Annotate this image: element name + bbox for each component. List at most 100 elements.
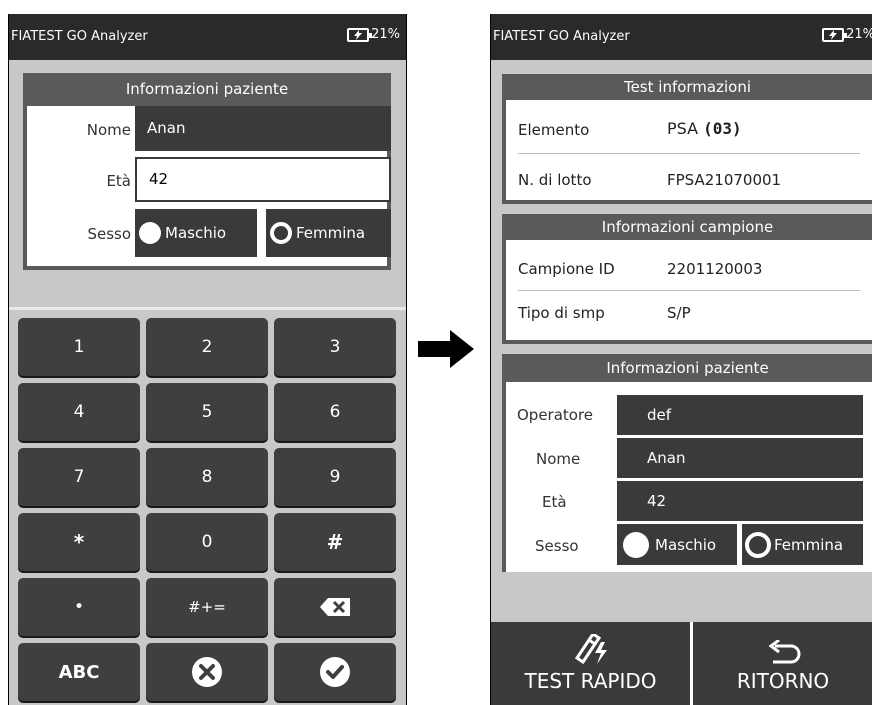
key-cancel[interactable]	[146, 643, 268, 701]
age-label: Età	[542, 493, 567, 511]
row-divider	[518, 290, 860, 291]
section-title: Test informazioni	[623, 78, 752, 96]
radio-label: Maschio	[655, 535, 717, 554]
age-field[interactable]: 42	[617, 481, 863, 521]
sample-info-panel	[502, 240, 872, 344]
key-backspace[interactable]	[274, 578, 396, 636]
key-8[interactable]: 8	[146, 448, 268, 506]
sample-id-value: 2201120003	[667, 260, 763, 278]
radio-unselected-icon	[623, 531, 649, 558]
age-input[interactable]: 42	[135, 157, 391, 202]
operator-label: Operatore	[517, 406, 594, 424]
key-label: 0	[201, 532, 213, 552]
sex-female-radio[interactable]: Femmina	[266, 209, 391, 257]
key-5[interactable]: 5	[146, 383, 268, 441]
sample-id-label: Campione ID	[518, 260, 615, 278]
status-bar: FIATEST GO Analyzer 21%	[9, 14, 406, 60]
name-field[interactable]: Anan	[617, 438, 863, 478]
key-confirm[interactable]	[274, 643, 396, 701]
section-title: Informazioni paziente	[125, 80, 289, 98]
sample-info-header: Informazioni campione	[502, 214, 872, 240]
sample-type-label: Tipo di smp	[518, 304, 605, 322]
operator-value: def	[647, 406, 672, 424]
name-value: Anan	[147, 119, 186, 137]
back-button[interactable]: RITORNO	[693, 622, 872, 705]
key-9[interactable]: 9	[274, 448, 396, 506]
operator-field[interactable]: def	[617, 395, 863, 435]
key-label: 1	[73, 337, 85, 357]
age-value: 42	[149, 170, 169, 188]
element-code: (03)	[703, 119, 742, 138]
key-label: 7	[73, 467, 85, 487]
battery-percent: 21%	[371, 27, 400, 42]
key-label: 2	[201, 337, 213, 357]
key-label: #+=	[188, 598, 226, 616]
sample-type-value: S/P	[667, 304, 691, 322]
patient-info-header: Informazioni paziente	[23, 73, 391, 106]
key-star[interactable]: *	[18, 513, 140, 571]
key-hash[interactable]: #	[274, 513, 396, 571]
key-label: 4	[73, 402, 85, 422]
backspace-icon	[320, 598, 350, 616]
key-label: *	[73, 530, 85, 554]
key-label: 8	[201, 467, 213, 487]
right-screen: FIATEST GO Analyzer 21% Test informazion…	[490, 14, 872, 705]
status-bar: FIATEST GO Analyzer 21%	[491, 14, 872, 60]
battery-percent: 21%	[846, 27, 872, 42]
battery-charging-icon	[822, 27, 848, 42]
key-3[interactable]: 3	[274, 318, 396, 376]
quick-test-icon	[574, 634, 607, 664]
key-symbols[interactable]: #+=	[146, 578, 268, 636]
element-value: PSA (03)	[667, 119, 742, 138]
sex-male-radio[interactable]: Maschio	[617, 524, 737, 565]
left-screen: FIATEST GO Analyzer 21% Informazioni paz…	[8, 14, 407, 705]
key-dot[interactable]: •	[18, 578, 140, 636]
sex-male-radio[interactable]: Maschio	[135, 209, 257, 257]
key-6[interactable]: 6	[274, 383, 396, 441]
name-field[interactable]: Anan	[135, 106, 391, 151]
keypad-divider	[9, 307, 406, 310]
key-label: •	[73, 597, 85, 617]
section-title: Informazioni campione	[601, 218, 774, 236]
key-label: ABC	[58, 661, 100, 683]
cancel-icon	[192, 657, 222, 687]
quick-test-label: TEST RAPIDO	[524, 669, 657, 693]
sex-label: Sesso	[87, 225, 131, 243]
key-abc[interactable]: ABC	[18, 643, 140, 701]
section-title: Informazioni paziente	[606, 359, 769, 377]
name-label: Nome	[536, 450, 581, 468]
radio-label: Femmina	[774, 535, 844, 554]
element-name: PSA	[667, 119, 699, 138]
arrow-right-icon	[418, 330, 474, 368]
checkmark-icon	[320, 657, 350, 687]
key-label: 9	[329, 467, 341, 487]
key-7[interactable]: 7	[18, 448, 140, 506]
key-4[interactable]: 4	[18, 383, 140, 441]
radio-ring-icon	[745, 531, 771, 558]
radio-label: Maschio	[165, 224, 227, 242]
key-1[interactable]: 1	[18, 318, 140, 376]
key-0[interactable]: 0	[146, 513, 268, 571]
row-divider	[518, 153, 860, 154]
element-label: Elemento	[518, 121, 590, 139]
key-label: 6	[329, 402, 341, 422]
battery-charging-icon	[347, 27, 373, 42]
sex-female-radio[interactable]: Femmina	[742, 524, 863, 565]
quick-test-button[interactable]: TEST RAPIDO	[491, 622, 690, 705]
app-title: FIATEST GO Analyzer	[493, 29, 630, 44]
radio-unselected-icon	[139, 222, 161, 244]
key-2[interactable]: 2	[146, 318, 268, 376]
key-label: 3	[329, 337, 341, 357]
lot-value: FPSA21070001	[667, 171, 782, 189]
app-title: FIATEST GO Analyzer	[11, 29, 148, 44]
key-label: #	[326, 530, 344, 554]
patient-info-header: Informazioni paziente	[502, 354, 872, 382]
radio-label: Femmina	[296, 224, 366, 242]
test-info-header: Test informazioni	[502, 74, 872, 100]
age-value: 42	[647, 492, 667, 510]
return-arrow-icon	[768, 640, 801, 664]
name-value: Anan	[647, 449, 686, 467]
back-label: RITORNO	[736, 669, 830, 693]
battery-indicator: 21%	[347, 27, 400, 42]
lot-label: N. di lotto	[518, 171, 592, 189]
